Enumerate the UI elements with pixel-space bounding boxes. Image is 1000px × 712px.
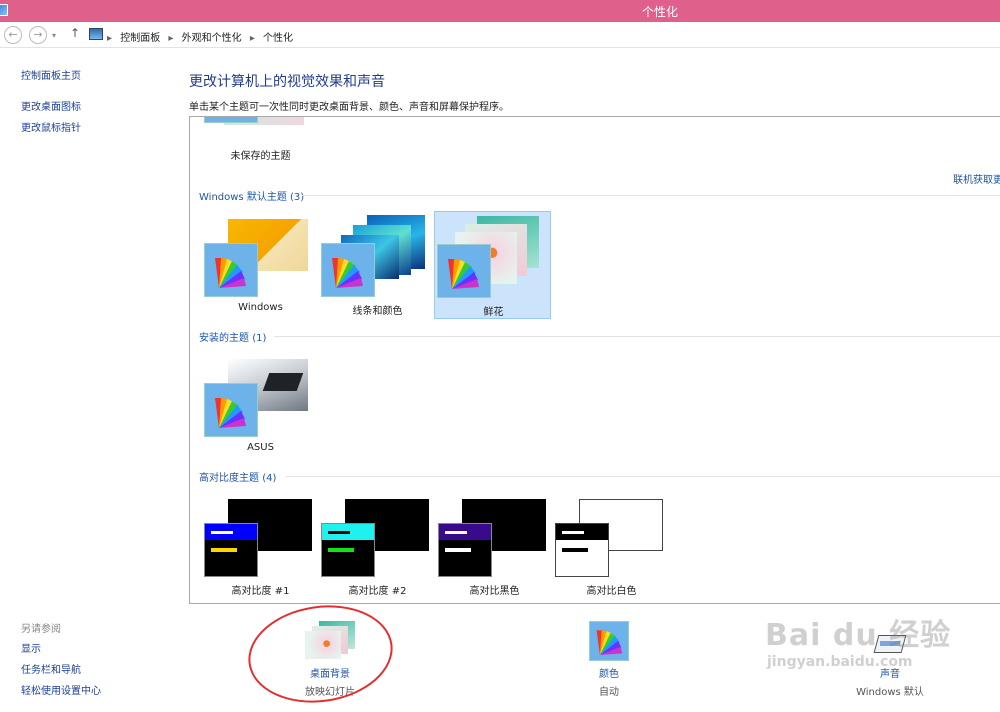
see-also-taskbar[interactable]: 任务栏和导航	[21, 661, 81, 676]
see-also-title: 另请参阅	[21, 624, 61, 635]
color-label: 颜色	[599, 669, 619, 680]
group-count: (3)	[290, 192, 305, 203]
chevron-right-icon: ▸	[168, 33, 174, 44]
page-description: 单击某个主题可一次性同时更改桌面背景、颜色、声音和屏幕保护程序。	[189, 102, 509, 113]
theme-asus[interactable]: ASUS	[202, 351, 319, 459]
title-bar: 个性化	[0, 0, 1000, 22]
theme-label: 未保存的主题	[230, 151, 291, 162]
recent-pages-icon[interactable]: ▾	[52, 31, 56, 40]
group-title-default: Windows 默认主题 (3)	[199, 188, 304, 203]
see-also-display[interactable]: 显示	[21, 640, 41, 655]
theme-label: ASUS	[247, 442, 274, 453]
nav-change-desktop-icons[interactable]: 更改桌面图标	[21, 98, 81, 113]
page-title: 更改计算机上的视觉效果和声音	[189, 74, 385, 90]
theme-label: 高对比度 #1	[231, 586, 290, 597]
theme-label: 高对比黑色	[469, 586, 520, 597]
theme-high-contrast-2[interactable]: 高对比度 #2	[319, 491, 436, 599]
breadcrumb-personalization[interactable]: 个性化	[263, 33, 293, 44]
breadcrumb: ▸ 控制面板 ▸ 外观和个性化 ▸ 个性化	[106, 29, 297, 44]
see-also-ease-of-access[interactable]: 轻松使用设置中心	[21, 682, 101, 697]
breadcrumb-appearance[interactable]: 外观和个性化	[182, 33, 242, 44]
group-title-high-contrast: 高对比度主题 (4)	[199, 469, 276, 484]
color-link[interactable]: 颜色 自动	[569, 621, 649, 698]
group-divider	[286, 476, 1000, 477]
control-panel-icon	[89, 28, 103, 40]
color-fan-icon	[332, 258, 363, 288]
annotation-circle	[242, 596, 399, 712]
theme-label: 鲜花	[483, 307, 504, 318]
nav-control-panel-home[interactable]: 控制面板主页	[21, 67, 81, 82]
back-button[interactable]: ←	[4, 26, 22, 44]
theme-label: Windows	[238, 302, 283, 313]
baidu-watermark: Bai du 经验 jingyan.baidu.com	[765, 592, 965, 682]
theme-high-contrast-black[interactable]: 高对比黑色	[436, 491, 553, 599]
theme-windows[interactable]: Windows	[202, 211, 319, 319]
group-divider	[302, 195, 1000, 196]
group-count: (1)	[252, 333, 267, 344]
theme-flowers[interactable]: 鲜花	[434, 211, 551, 319]
chevron-right-icon: ▸	[249, 33, 255, 44]
chevron-right-icon: ▸	[107, 33, 113, 44]
window-title: 个性化	[641, 5, 678, 19]
color-fan-icon	[215, 258, 246, 288]
theme-high-contrast-white[interactable]: 高对比白色	[553, 491, 670, 599]
group-count: (4)	[262, 473, 277, 484]
group-name: 安装的主题	[199, 333, 249, 344]
address-bar: ← → ▾ ↑ ▸ 控制面板 ▸ 外观和个性化 ▸ 个性化	[0, 22, 1000, 48]
group-name: Windows 默认主题	[199, 192, 287, 203]
get-more-themes-link[interactable]: 联机获取更	[953, 171, 1000, 186]
watermark-line1: Bai du 经验	[765, 618, 952, 653]
nav-change-mouse-pointer[interactable]: 更改鼠标指针	[21, 119, 81, 134]
group-title-installed: 安装的主题 (1)	[199, 329, 266, 344]
group-divider	[274, 336, 1000, 337]
theme-label: 高对比白色	[586, 586, 637, 597]
color-fan-icon	[215, 398, 246, 428]
theme-list[interactable]: 未保存的主题 联机获取更 Windows 默认主题 (3) Windows 线条…	[189, 116, 1000, 604]
sound-value: Windows 默认	[856, 687, 924, 698]
group-name: 高对比度主题	[199, 473, 259, 484]
forward-button[interactable]: →	[29, 26, 47, 44]
color-icon	[589, 621, 629, 661]
theme-label: 线条和颜色	[352, 306, 403, 317]
breadcrumb-control-panel[interactable]: 控制面板	[120, 33, 160, 44]
color-fan-icon	[209, 116, 255, 120]
theme-label: 高对比度 #2	[348, 586, 407, 597]
color-value: 自动	[599, 687, 619, 698]
watermark-line2: jingyan.baidu.com	[767, 654, 913, 670]
up-button[interactable]: ↑	[70, 26, 80, 40]
color-fan-icon	[448, 259, 479, 289]
theme-lines-and-colors[interactable]: 线条和颜色	[319, 211, 436, 319]
theme-high-contrast-1[interactable]: 高对比度 #1	[202, 491, 319, 599]
